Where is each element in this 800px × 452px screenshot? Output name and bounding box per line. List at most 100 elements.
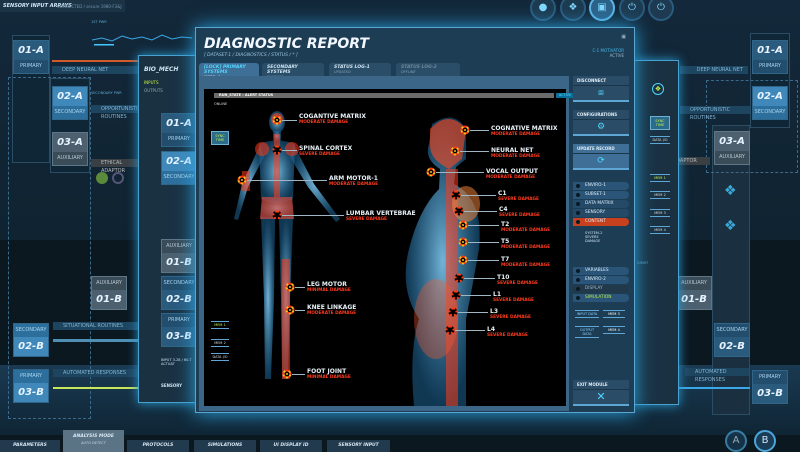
part-name: L4	[487, 326, 495, 333]
leader-line	[455, 330, 485, 331]
part-name: T7	[501, 256, 510, 263]
damage-marker[interactable]	[272, 145, 282, 155]
damage-marker[interactable]	[272, 115, 282, 125]
tile-02-b[interactable]: SECONDARY 02-B	[161, 276, 197, 310]
diamond-icon[interactable]: ❖	[652, 83, 664, 95]
close-icon: ✕	[596, 390, 606, 403]
damage-marker[interactable]	[445, 325, 455, 335]
damage-label: NEURAL NET MODERATE DAMAGE	[491, 147, 540, 159]
option-simulation[interactable]: SIMULATION	[573, 294, 629, 302]
damage-level: MODERATE DAMAGE	[307, 311, 357, 316]
tab-status-log-1[interactable]: STATUS LOG-1 UPDATED	[329, 63, 391, 77]
damage-marker[interactable]	[458, 255, 468, 265]
tile-03-a[interactable]: 03-A AUXILIARY	[52, 132, 88, 166]
damage-marker[interactable]	[458, 220, 468, 230]
damage-marker[interactable]	[454, 206, 464, 216]
damage-marker[interactable]	[237, 175, 247, 185]
strip-ethical-adaptor: ETHICAL ADAPTOR	[91, 159, 138, 174]
tile-01-b[interactable]: AUXILIARY 01-B	[91, 276, 127, 310]
a-button[interactable]: A	[725, 430, 747, 452]
part-name: T10	[497, 274, 510, 281]
tile-02-a[interactable]: 02-A SECONDARY	[752, 86, 788, 120]
damage-label: COGNATIVE MATRIX MODERATE DAMAGE	[491, 125, 558, 137]
b-button[interactable]: B	[754, 430, 776, 452]
damage-marker[interactable]	[426, 167, 436, 177]
exit-module-button[interactable]: EXIT MODULE ✕	[573, 380, 629, 406]
leader-line	[468, 225, 499, 226]
tile-01-b[interactable]: AUXILIARY 01-B	[161, 239, 197, 273]
inputs-radio[interactable]: INPUTS	[144, 80, 159, 85]
tab-status-log-2[interactable]: STATUS LOG-2 OFFLINE	[396, 63, 460, 77]
tab-primary-systems[interactable]: [LOCK] PRIMARY SYSTEMSMODE - 1	[199, 63, 259, 79]
tab-sensory-input[interactable]: SENSORY INPUT	[327, 440, 390, 452]
tile-02-a[interactable]: 02-A SECONDARY	[161, 151, 197, 185]
leader-line	[461, 195, 496, 196]
tab-secondary-systems[interactable]: SECONDARY SYSTEMSRUNNING	[262, 63, 324, 79]
damage-level: MODERATE DAMAGE	[486, 175, 536, 180]
damage-marker[interactable]	[285, 282, 295, 292]
configurations-button[interactable]: CONFIGURATIONS ⚙	[573, 110, 629, 136]
leader-line	[464, 278, 495, 279]
disconnect-button[interactable]: DISCONNECT ⧈	[573, 76, 629, 102]
damage-level: MODERATE DAMAGE	[299, 120, 349, 125]
part-name: T5	[501, 238, 510, 245]
window-controls-icon[interactable]: ▣	[621, 34, 626, 40]
tab-ui-display-id[interactable]: UI DISPLAY ID	[260, 440, 322, 452]
tile-01-a[interactable]: 01-A PRIMARY	[161, 113, 197, 147]
damage-marker[interactable]	[458, 237, 468, 247]
window-title: DIAGNOSTIC REPORT	[204, 36, 369, 52]
sync-time-button[interactable]: SYNC TIME	[650, 116, 670, 130]
damage-label: T7 MODERATE DAMAGE	[501, 256, 550, 268]
damage-level: SEVERE DAMAGE	[499, 213, 540, 218]
damage-marker[interactable]	[450, 146, 460, 156]
tab-simulations[interactable]: SIMULATIONS	[194, 440, 256, 452]
option-enviro-1[interactable]: ENVIRO-1	[573, 182, 629, 190]
toggle-button[interactable]	[96, 172, 108, 184]
damage-marker[interactable]	[451, 190, 461, 200]
damage-marker[interactable]	[282, 369, 292, 379]
tab-protocols[interactable]: PROTOCOLS	[127, 440, 189, 452]
tile-02-a[interactable]: 02-A SECONDARY	[52, 86, 88, 120]
leader-line	[468, 260, 499, 261]
option-data-matrix[interactable]: DATA MATRIX	[573, 200, 629, 208]
option-content[interactable]: CONTENT	[573, 218, 629, 226]
damage-marker[interactable]	[451, 290, 461, 300]
tile-02-b[interactable]: SECONDARY 02-B	[13, 323, 49, 357]
tile-02-b[interactable]: SECONDARY 02-B	[714, 323, 750, 357]
strip-deep-neural-net: DEEP NEURAL NET	[680, 66, 748, 74]
damage-marker[interactable]	[454, 273, 464, 283]
tile-03-b[interactable]: PRIMARY 03-B	[13, 369, 49, 403]
tile-03-b[interactable]: PRIMARY 03-B	[752, 370, 788, 404]
outputs-radio[interactable]: OUTPUTS	[144, 88, 163, 93]
damage-level: SEVERE DAMAGE	[299, 152, 340, 157]
leader-line	[282, 150, 297, 151]
update-record-button[interactable]: UPDATE RECORD ⟳	[573, 144, 629, 170]
diagnostic-report-window: DIAGNOSTIC REPORT [ DATASET-1 / DIAGNOST…	[195, 27, 635, 413]
toggle-button[interactable]	[112, 172, 124, 184]
part-name: VOCAL OUTPUT	[486, 168, 539, 175]
part-name: C1	[498, 190, 507, 197]
right-side-panel: ❖ SYNC TIME DATA I/O MEM 1 MEM 2 MEM 3 M…	[633, 60, 679, 405]
tile-01-a[interactable]: 01-A PRIMARY	[13, 40, 49, 74]
breadcrumb: [ DATASET-1 / DIAGNOSTICS / STATUS / * ]	[204, 53, 298, 58]
part-name: COGANTIVE MATRIX	[299, 113, 366, 120]
tab-parameters[interactable]: PARAMETERS	[0, 440, 60, 452]
damage-marker[interactable]	[272, 210, 282, 220]
damage-marker[interactable]	[285, 305, 295, 315]
damage-marker[interactable]	[460, 125, 470, 135]
tile-03-a[interactable]: 03-A AUXILIARY	[714, 131, 750, 165]
option-subset-1[interactable]: SUBSET-1	[573, 191, 629, 199]
tile-01-b[interactable]: AUXILIARY 01-B	[676, 276, 712, 310]
damage-marker[interactable]	[448, 307, 458, 317]
tile-03-b[interactable]: PRIMARY 03-B	[161, 313, 197, 347]
diamond-icon: ❖	[724, 183, 737, 199]
tile-01-a[interactable]: 01-A PRIMARY	[752, 40, 788, 74]
tab-analysis-mode[interactable]: ANALYSIS MODE AUTO DETECT	[63, 430, 124, 452]
strip-opportunistic: OPPORTUNISTIC ROUTINES	[680, 106, 750, 121]
option-enviro-2[interactable]: ENVIRO-2	[573, 276, 629, 284]
option-variables[interactable]: VARIABLES	[573, 267, 629, 275]
part-name: ARM MOTOR-1	[329, 175, 378, 182]
option-sensory[interactable]: SENSORY	[573, 209, 629, 217]
option-display[interactable]: DISPLAY	[573, 285, 629, 293]
damage-label: LEG MOTOR MINIMAL DAMAGE	[307, 281, 351, 293]
